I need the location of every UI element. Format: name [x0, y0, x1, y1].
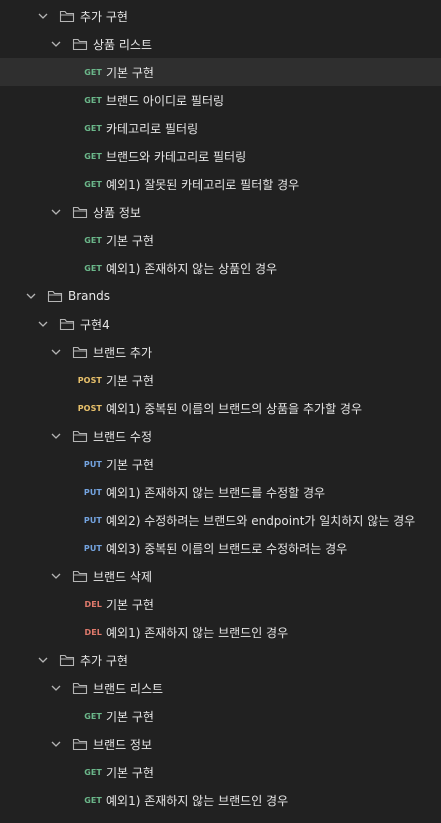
request-item[interactable]: POST 예외1) 중복된 이름의 브랜드의 상품을 추가할 경우 [0, 394, 441, 422]
method-badge: PUT [83, 487, 102, 497]
folder-icon [47, 290, 63, 303]
folder-icon [72, 38, 88, 51]
folder-icon [72, 738, 88, 751]
request-item[interactable]: GET 카테고리로 필터링 [0, 114, 441, 142]
chevron-down-icon[interactable] [24, 293, 38, 300]
request-label: 예외1) 존재하지 않는 브랜드인 경우 [106, 625, 289, 640]
method-badge: PUT [83, 543, 102, 553]
chevron-down-icon[interactable] [49, 433, 63, 440]
request-label: 카테고리로 필터링 [106, 121, 199, 136]
folder-icon [72, 206, 88, 219]
folder-label: 추가 구현 [80, 9, 128, 24]
request-item[interactable]: GET 기본 구현 [0, 702, 441, 730]
folder-icon [72, 570, 88, 583]
request-label: 브랜드와 카테고리로 필터링 [106, 149, 247, 164]
method-badge: POST [77, 375, 102, 385]
request-item[interactable]: PUT 예외2) 수정하려는 브랜드와 endpoint가 일치하지 않는 경우 [0, 506, 441, 534]
folder-label: 브랜드 정보 [93, 737, 153, 752]
request-label: 예외1) 중복된 이름의 브랜드의 상품을 추가할 경우 [106, 401, 363, 416]
folder-icon [59, 654, 75, 667]
request-item[interactable]: PUT 예외1) 존재하지 않는 브랜드를 수정할 경우 [0, 478, 441, 506]
folder-label: 브랜드 리스트 [93, 681, 164, 696]
method-badge: PUT [83, 515, 102, 525]
folder-item[interactable]: 브랜드 리스트 [0, 674, 441, 702]
request-label: 예외1) 존재하지 않는 브랜드를 수정할 경우 [106, 485, 326, 500]
folder-item[interactable]: 상품 리스트 [0, 30, 441, 58]
folder-label: 브랜드 수정 [93, 429, 153, 444]
chevron-down-icon[interactable] [49, 741, 63, 748]
folder-item[interactable]: 추가 구현 [0, 2, 441, 30]
request-label: 기본 구현 [106, 233, 154, 248]
folder-label: 추가 구현 [80, 653, 128, 668]
method-badge: PUT [83, 459, 102, 469]
folder-label: 구현4 [80, 317, 110, 332]
chevron-down-icon[interactable] [36, 321, 50, 328]
folder-icon [72, 682, 88, 695]
method-badge: GET [84, 179, 102, 189]
folder-icon [59, 318, 75, 331]
request-item[interactable]: PUT 기본 구현 [0, 450, 441, 478]
request-label: 기본 구현 [106, 709, 154, 724]
method-badge: GET [84, 95, 102, 105]
folder-item[interactable]: 브랜드 정보 [0, 730, 441, 758]
method-badge: POST [77, 403, 102, 413]
chevron-down-icon[interactable] [36, 657, 50, 664]
method-badge: DEL [84, 627, 102, 637]
request-item[interactable]: GET 브랜드 아이디로 필터링 [0, 86, 441, 114]
folder-label: 상품 리스트 [93, 37, 153, 52]
method-badge: GET [84, 711, 102, 721]
folder-label: 브랜드 추가 [93, 345, 153, 360]
request-label: 기본 구현 [106, 597, 154, 612]
method-badge: GET [84, 123, 102, 133]
method-badge: GET [84, 151, 102, 161]
request-item[interactable]: DEL 예외1) 존재하지 않는 브랜드인 경우 [0, 618, 441, 646]
folder-item[interactable]: 브랜드 수정 [0, 422, 441, 450]
collection-tree: 추가 구현 상품 리스트 GET 기본 구현 GET 브랜드 아이디로 필터링 GET 카테고… [0, 0, 441, 823]
request-item[interactable]: GET 예외1) 존재하지 않는 상품인 경우 [0, 254, 441, 282]
chevron-down-icon[interactable] [49, 573, 63, 580]
request-label: 기본 구현 [106, 765, 154, 780]
chevron-down-icon[interactable] [49, 685, 63, 692]
method-badge: GET [84, 767, 102, 777]
folder-item[interactable]: 브랜드 삭제 [0, 562, 441, 590]
method-badge: GET [84, 263, 102, 273]
method-badge: GET [84, 235, 102, 245]
method-badge: GET [84, 67, 102, 77]
folder-label: 상품 정보 [93, 205, 141, 220]
request-label: 브랜드 아이디로 필터링 [106, 93, 225, 108]
request-label: 예외1) 존재하지 않는 브랜드인 경우 [106, 793, 289, 808]
request-label: 기본 구현 [106, 373, 154, 388]
request-label: 기본 구현 [106, 457, 154, 472]
request-item[interactable]: PUT 예외3) 중복된 이름의 브랜드로 수정하려는 경우 [0, 534, 441, 562]
request-label: 기본 구현 [106, 65, 154, 80]
request-item[interactable]: GET 예외1) 존재하지 않는 브랜드인 경우 [0, 786, 441, 814]
request-item[interactable]: GET 기본 구현 [0, 758, 441, 786]
request-item[interactable]: GET 브랜드와 카테고리로 필터링 [0, 142, 441, 170]
chevron-down-icon[interactable] [49, 349, 63, 356]
chevron-down-icon[interactable] [49, 209, 63, 216]
request-item[interactable]: GET 기본 구현 [0, 226, 441, 254]
request-label: 예외3) 중복된 이름의 브랜드로 수정하려는 경우 [106, 541, 348, 556]
request-item[interactable]: DEL 기본 구현 [0, 590, 441, 618]
method-badge: DEL [84, 599, 102, 609]
folder-icon [59, 10, 75, 23]
request-item[interactable]: POST 기본 구현 [0, 366, 441, 394]
folder-item[interactable]: 추가 구현 [0, 646, 441, 674]
chevron-down-icon[interactable] [49, 41, 63, 48]
request-label: 예외1) 잘못된 카테고리로 필터할 경우 [106, 177, 300, 192]
folder-item[interactable]: Brands [0, 282, 441, 310]
folder-label: Brands [68, 289, 110, 303]
folder-item[interactable]: 구현4 [0, 310, 441, 338]
request-item[interactable]: GET 기본 구현 [0, 58, 441, 86]
folder-label: 브랜드 삭제 [93, 569, 153, 584]
folder-icon [72, 346, 88, 359]
chevron-down-icon[interactable] [36, 13, 50, 20]
folder-icon [72, 430, 88, 443]
request-label: 예외2) 수정하려는 브랜드와 endpoint가 일치하지 않는 경우 [106, 513, 416, 528]
method-badge: GET [84, 795, 102, 805]
request-item[interactable]: GET 예외1) 잘못된 카테고리로 필터할 경우 [0, 170, 441, 198]
request-label: 예외1) 존재하지 않는 상품인 경우 [106, 261, 278, 276]
folder-item[interactable]: 브랜드 추가 [0, 338, 441, 366]
folder-item[interactable]: 상품 정보 [0, 198, 441, 226]
